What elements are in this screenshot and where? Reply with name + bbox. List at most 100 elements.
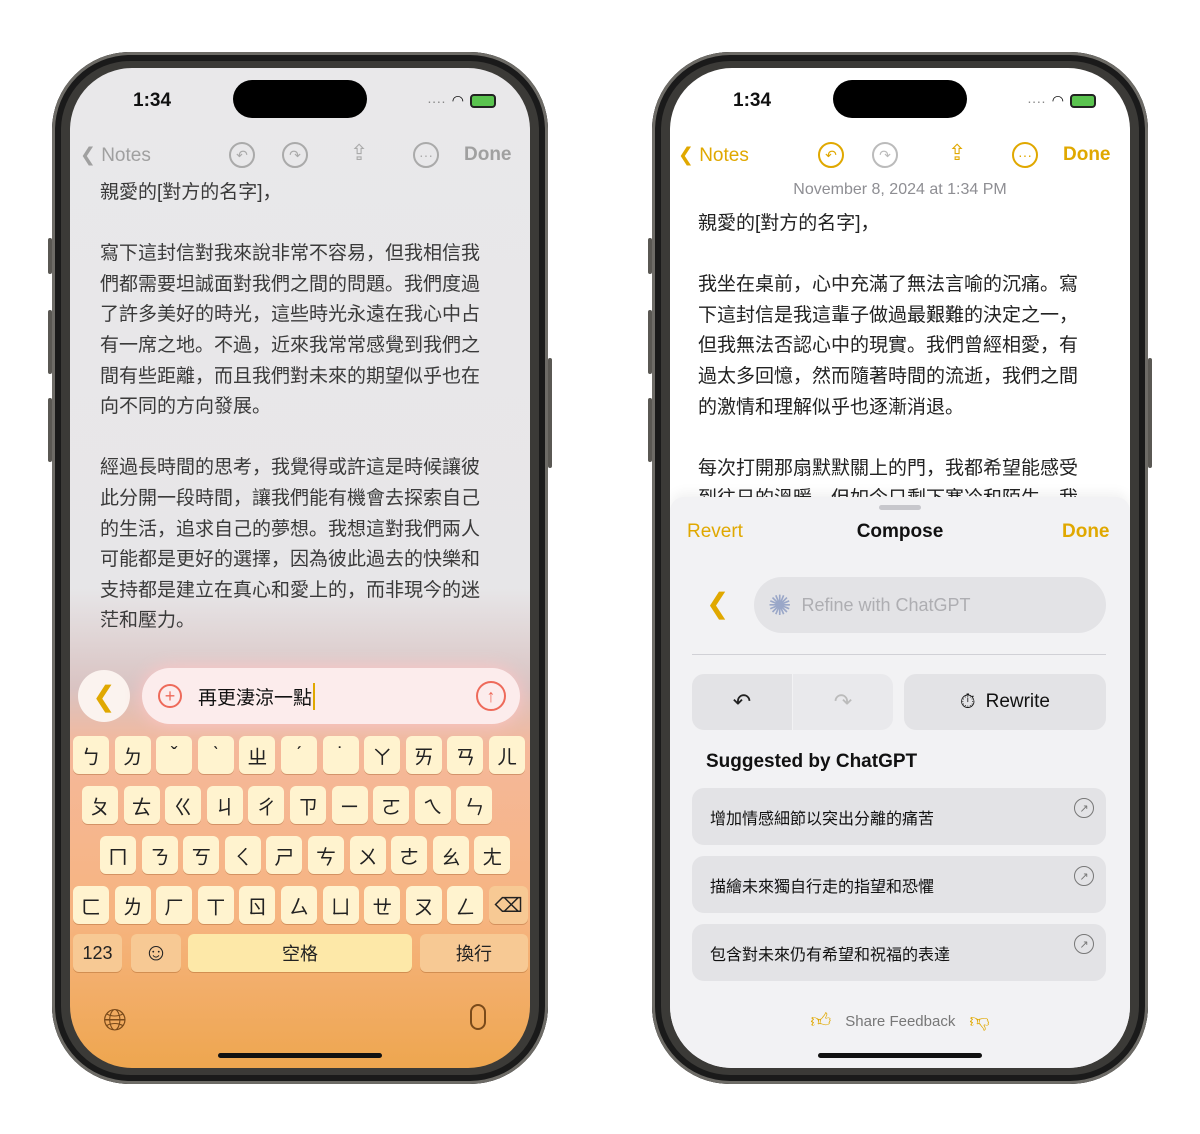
key[interactable]: ㄗ: [290, 786, 326, 824]
undo-icon[interactable]: ↶: [229, 142, 255, 168]
globe-icon[interactable]: 🌐︎: [103, 1004, 127, 1038]
note-line: 我坐在桌前，心中充滿了無法言喻的沉痛。寫: [698, 274, 1079, 296]
done-button[interactable]: Done: [1063, 144, 1111, 166]
key[interactable]: ㄟ: [414, 786, 451, 824]
status-time: 1:34: [133, 90, 172, 111]
key[interactable]: ㄒ: [197, 886, 234, 924]
key[interactable]: ㄓ: [239, 736, 276, 774]
suggestion-item[interactable]: 增加情感細節以突出分離的痛苦 ↗: [692, 788, 1106, 845]
note-line: 經過長時間的思考，我覺得或許這是時候讓彼: [100, 457, 481, 479]
note-body[interactable]: 親愛的[對方的名字]， 寫下這封信對我來說非常不容易，但我相信我 們都需要坦誠面對我…: [100, 178, 480, 637]
undo-button[interactable]: ↶: [692, 674, 792, 730]
home-indicator: [218, 1053, 382, 1058]
key[interactable]: ㄕ: [266, 836, 303, 874]
key[interactable]: ㄐ: [206, 786, 243, 824]
key[interactable]: ㄨ: [349, 836, 386, 874]
sheet-done-button[interactable]: Done: [1062, 521, 1110, 543]
chevron-left-icon[interactable]: ❮: [706, 587, 729, 620]
done-button[interactable]: Done: [464, 144, 512, 166]
note-line: 過太多回憶，然而隨著時間的流逝，我們之間: [698, 365, 1079, 387]
space-key[interactable]: 空格: [188, 934, 412, 972]
key[interactable]: ㄉ: [114, 736, 151, 774]
key[interactable]: ㄦ: [489, 736, 525, 774]
key[interactable]: ㄚ: [364, 736, 401, 774]
key[interactable]: ㄑ: [224, 836, 261, 874]
suggestion-item[interactable]: 描繪未來獨自行走的指望和恐懼 ↗: [692, 856, 1106, 913]
share-feedback-link[interactable]: Share Feedback: [845, 1013, 955, 1030]
key[interactable]: ㄋ: [141, 836, 178, 874]
key[interactable]: ㄧ: [331, 786, 368, 824]
note-line: 但我無法否認心中的現實。我們曾經相愛，有: [698, 335, 1079, 357]
key[interactable]: ㄛ: [373, 786, 410, 824]
revert-button[interactable]: Revert: [687, 521, 743, 543]
share-icon[interactable]: ⇪: [350, 140, 368, 166]
emoji-key[interactable]: ☺: [131, 934, 181, 972]
thumbs-up-icon[interactable]: 👍︎: [810, 1009, 831, 1033]
send-arrow-up-icon[interactable]: ↑: [476, 681, 506, 711]
arrow-up-right-icon: ↗: [1074, 866, 1094, 886]
redo-icon[interactable]: ↷: [872, 142, 898, 168]
arrow-up-right-icon: ↗: [1074, 798, 1094, 818]
suggested-title: Suggested by ChatGPT: [706, 751, 918, 772]
return-key[interactable]: 換行: [420, 934, 528, 972]
plus-icon[interactable]: +: [158, 684, 182, 708]
rewrite-button[interactable]: ⏱︎ Rewrite: [904, 674, 1106, 730]
key[interactable]: ㄙ: [281, 886, 317, 924]
thumbs-down-icon[interactable]: 👎︎: [969, 1009, 989, 1033]
back-circle-button[interactable]: ❮: [78, 670, 130, 722]
suggestion-item[interactable]: 包含對未來仍有希望和祝福的表達 ↗: [692, 924, 1106, 981]
key[interactable]: ㄖ: [239, 886, 276, 924]
refine-input-value: 再更淒涼一點: [198, 682, 316, 710]
key[interactable]: ㄇ: [100, 836, 136, 874]
key[interactable]: ˋ: [197, 736, 234, 774]
note-body[interactable]: 親愛的[對方的名字]， 我坐在桌前，心中充滿了無法言喻的沉痛。寫 下這封信是我這輩子…: [698, 209, 1078, 515]
note-line: [100, 423, 480, 454]
key[interactable]: ㄥ: [447, 886, 484, 924]
key[interactable]: ㄈ: [73, 886, 109, 924]
key[interactable]: ㄎ: [183, 836, 220, 874]
wifi-icon: ◠: [1051, 92, 1064, 108]
chatgpt-logo-icon: ✺: [768, 589, 792, 621]
key[interactable]: ㄊ: [123, 786, 160, 824]
key[interactable]: ㄡ: [405, 886, 442, 924]
note-line: 的激情和理解似乎也逐漸消退。: [698, 396, 965, 418]
redo-button[interactable]: ↷: [793, 674, 893, 730]
key[interactable]: ˇ: [156, 736, 193, 774]
key[interactable]: ㄝ: [364, 886, 401, 924]
key[interactable]: ㄍ: [165, 786, 202, 824]
share-icon[interactable]: ⇪: [948, 140, 966, 166]
key[interactable]: ㄅ: [73, 736, 109, 774]
refine-input[interactable]: + 再更淒涼一點 ↑: [142, 668, 520, 724]
key[interactable]: ㄔ: [248, 786, 285, 824]
key[interactable]: ㄤ: [474, 836, 511, 874]
note-date: November 8, 2024 at 1:34 PM: [793, 181, 1007, 198]
key[interactable]: ㄞ: [405, 736, 442, 774]
key[interactable]: ㄌ: [114, 886, 151, 924]
back-button[interactable]: ❮ Notes: [678, 144, 749, 167]
compose-sheet: Revert Compose Done ❮ ✺ Refine with Chat…: [670, 497, 1130, 1068]
back-button[interactable]: ❮ Notes: [80, 144, 151, 167]
redo-icon[interactable]: ↷: [282, 142, 308, 168]
key[interactable]: ㄜ: [391, 836, 428, 874]
key[interactable]: ㄢ: [447, 736, 484, 774]
wifi-icon: ◠: [451, 92, 464, 108]
microphone-icon[interactable]: [470, 1004, 486, 1030]
undo-icon[interactable]: ↶: [818, 142, 844, 168]
key[interactable]: ㄠ: [432, 836, 469, 874]
key[interactable]: ㄣ: [456, 786, 493, 824]
more-icon[interactable]: ···: [413, 142, 439, 168]
key[interactable]: ㄏ: [156, 886, 193, 924]
key[interactable]: ˊ: [281, 736, 317, 774]
note-line: 每次打開那扇默默關上的門，我都希望能感受: [698, 457, 1079, 479]
refine-input[interactable]: ✺ Refine with ChatGPT: [754, 577, 1106, 633]
note-line: 親愛的[對方的名字]，: [698, 213, 880, 234]
delete-key[interactable]: ⌫: [489, 886, 528, 924]
key[interactable]: ㄆ: [82, 786, 118, 824]
battery-icon: [470, 93, 496, 108]
key[interactable]: ㄘ: [308, 836, 344, 874]
key[interactable]: ˙: [322, 736, 359, 774]
key[interactable]: ㄩ: [322, 886, 359, 924]
numbers-key[interactable]: 123: [73, 934, 122, 972]
more-icon[interactable]: ···: [1012, 142, 1038, 168]
sheet-handle[interactable]: [879, 505, 921, 510]
